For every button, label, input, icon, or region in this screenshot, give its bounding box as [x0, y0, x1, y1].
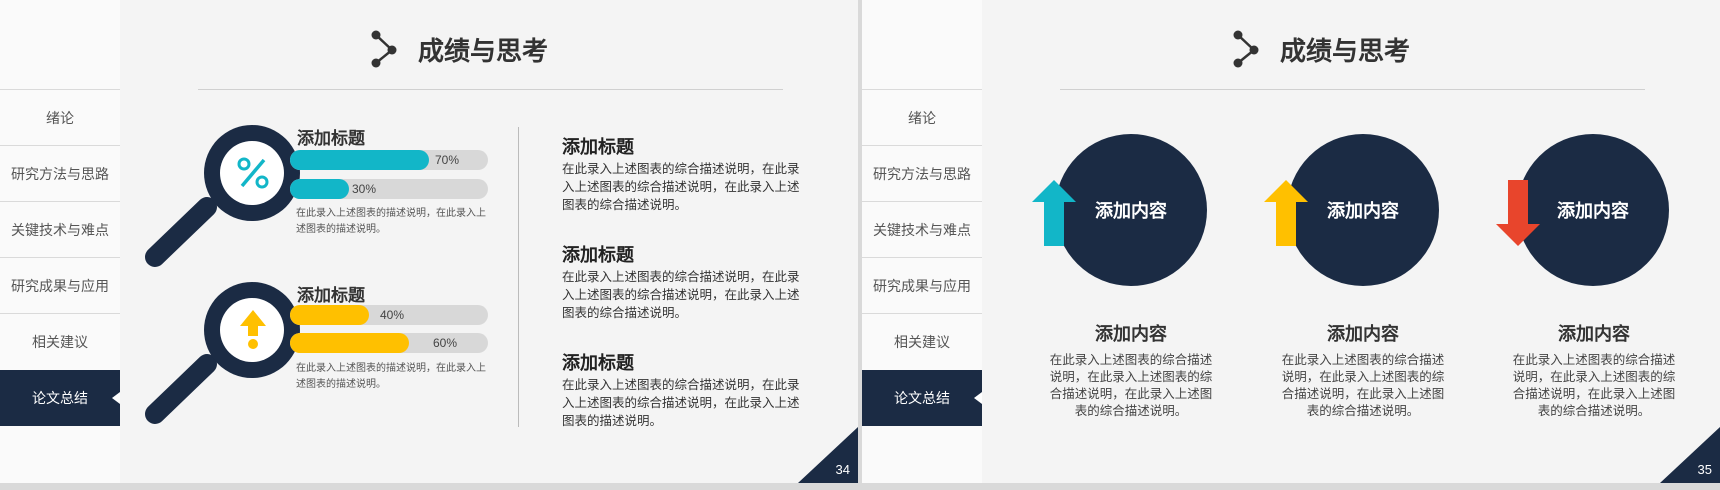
sidebar-item-results[interactable]: 研究成果与应用 — [0, 257, 120, 313]
arrow-down-icon — [1496, 180, 1540, 246]
share-nodes-icon — [1233, 30, 1259, 68]
magnifier-title: 添加标题 — [297, 129, 365, 148]
sidebar-item-summary[interactable]: 论文总结 — [0, 370, 120, 426]
block-title: 添加标题 — [562, 245, 634, 265]
content-circle: 添加内容 — [1287, 134, 1439, 286]
column-title: 添加内容 — [1558, 324, 1630, 344]
progress-label: 70% — [435, 153, 460, 167]
share-nodes-icon — [371, 30, 397, 68]
page-number: 34 — [835, 462, 850, 477]
progress-bar-fill — [290, 333, 409, 353]
sidebar-item-suggestions[interactable]: 相关建议 — [0, 313, 120, 369]
block-title: 添加标题 — [562, 353, 634, 373]
page-title: 成绩与思考 — [1280, 35, 1411, 66]
slide-header: 成绩与思考 — [1232, 30, 1410, 68]
column-description: 在此录入上述图表的综合描述说明，在此录入上述图表的综合描述说明，在此录入上述图表… — [1049, 353, 1213, 418]
magnifier-description: 在此录入上述图表的描述说明，在此录入上述图表的描述说明。 — [296, 208, 486, 235]
block-description: 在此录入上述图表的综合描述说明，在此录入上述图表的综合描述说明，在此录入上述图表… — [562, 378, 800, 428]
sidebar-nav: 绪论 研究方法与思路 关键技术与难点 研究成果与应用 相关建议 论文总结 — [0, 0, 120, 483]
content-circle: 添加内容 — [1055, 134, 1207, 286]
arrow-up-icon — [1264, 180, 1308, 246]
sidebar-item-tech[interactable]: 关键技术与难点 — [862, 201, 982, 257]
progress-label: 40% — [380, 308, 405, 322]
column-description: 在此录入上述图表的综合描述说明，在此录入上述图表的综合描述说明，在此录入上述图表… — [1512, 353, 1676, 418]
sidebar-item-results[interactable]: 研究成果与应用 — [862, 257, 982, 313]
magnifier-title: 添加标题 — [297, 286, 365, 305]
block-title: 添加标题 — [562, 137, 634, 157]
column-title: 添加内容 — [1095, 324, 1167, 344]
progress-label: 60% — [433, 336, 458, 350]
progress-bar-fill — [290, 150, 429, 170]
sidebar-item-intro[interactable]: 绪论 — [0, 89, 120, 145]
slide-35: 绪论 研究方法与思路 关键技术与难点 研究成果与应用 相关建议 论文总结 成绩与… — [862, 0, 1720, 483]
sidebar-item-intro[interactable]: 绪论 — [862, 89, 982, 145]
progress-bar-fill — [290, 179, 349, 199]
progress-bar-fill — [290, 305, 369, 325]
percent-icon — [237, 157, 269, 189]
sidebar-item-tech[interactable]: 关键技术与难点 — [0, 201, 120, 257]
sidebar-item-methods[interactable]: 研究方法与思路 — [862, 145, 982, 201]
arrow-up-icon — [1032, 180, 1076, 246]
header-divider — [1060, 89, 1645, 90]
slide-header: 成绩与思考 — [370, 30, 548, 68]
magnifier-icon — [145, 125, 300, 267]
sidebar-item-suggestions[interactable]: 相关建议 — [862, 313, 982, 369]
magnifier-icon — [145, 282, 300, 424]
page-title: 成绩与思考 — [418, 35, 549, 66]
vertical-divider — [518, 127, 519, 427]
column-title: 添加内容 — [1327, 324, 1399, 344]
block-description: 在此录入上述图表的综合描述说明，在此录入上述图表的综合描述说明，在此录入上述图表… — [562, 162, 800, 212]
magnifier-description: 在此录入上述图表的描述说明，在此录入上述图表的描述说明。 — [296, 363, 486, 390]
slide-34: 绪论 研究方法与思路 关键技术与难点 研究成果与应用 相关建议 论文总结 成绩与… — [0, 0, 858, 483]
column-description: 在此录入上述图表的综合描述说明，在此录入上述图表的综合描述说明，在此录入上述图表… — [1281, 353, 1445, 418]
sidebar-item-methods[interactable]: 研究方法与思路 — [0, 145, 120, 201]
page-number: 35 — [1697, 462, 1712, 477]
block-description: 在此录入上述图表的综合描述说明，在此录入上述图表的综合描述说明，在此录入上述图表… — [562, 270, 800, 320]
arrow-up-icon — [240, 310, 266, 349]
header-divider — [198, 89, 783, 90]
sidebar-item-summary[interactable]: 论文总结 — [862, 370, 982, 426]
sidebar-nav: 绪论 研究方法与思路 关键技术与难点 研究成果与应用 相关建议 论文总结 — [862, 0, 982, 483]
progress-label: 30% — [352, 182, 377, 196]
